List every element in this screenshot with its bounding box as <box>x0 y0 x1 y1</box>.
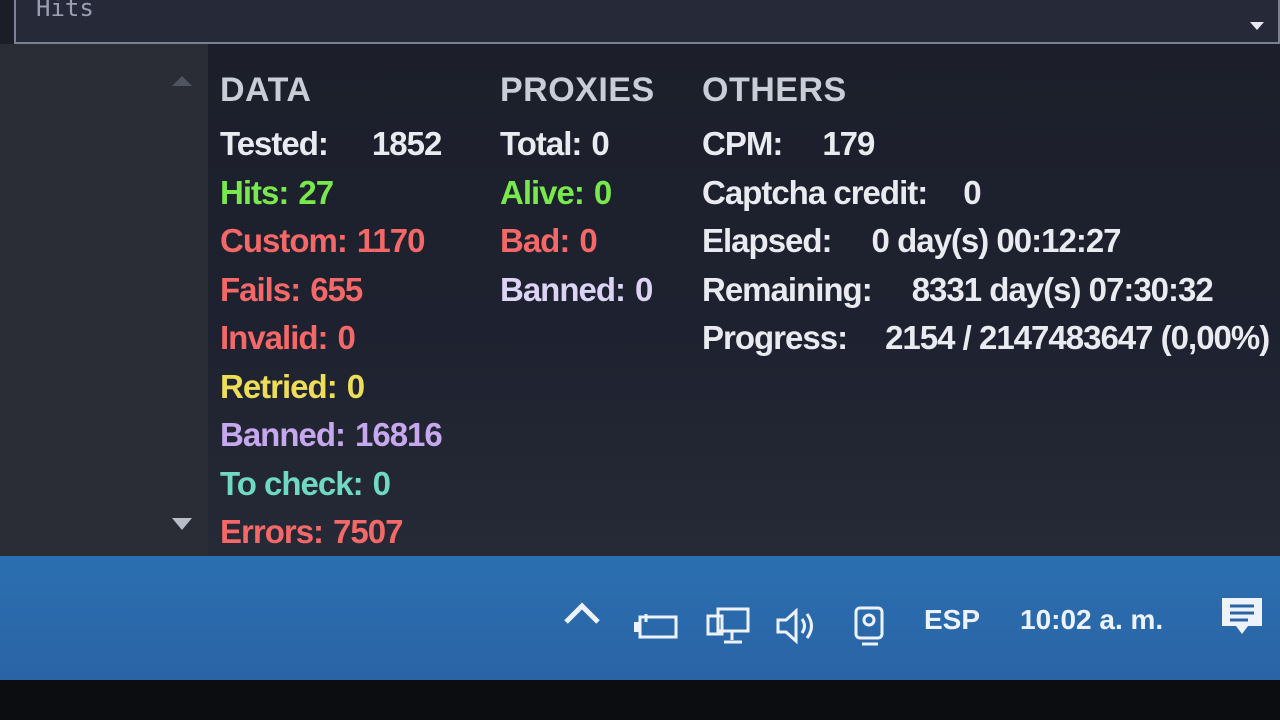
others-column: OTHERS CPM: 179 Captcha credit: 0 Elapsed:… <box>702 70 1270 363</box>
proxies-column: PROXIES Total: 0 Alive: 0 Bad: 0 Banned: 0 <box>500 70 655 314</box>
meet-now-icon[interactable] <box>850 604 890 648</box>
results-filter-dropdown[interactable]: Hits <box>14 0 1280 44</box>
language-indicator[interactable]: ESP <box>924 604 980 636</box>
stat-to-check: To check: 0 <box>220 464 391 502</box>
chevron-up-icon[interactable] <box>562 598 602 635</box>
other-remaining: Remaining: 8331 day(s) 07:30:32 <box>702 270 1214 308</box>
stat-errors: Errors: 7507 <box>220 513 403 550</box>
proxy-alive: Alive: 0 <box>500 173 612 211</box>
stat-invalid: Invalid: 0 <box>220 319 356 356</box>
stat-custom: Custom: 1170 <box>220 222 425 259</box>
other-elapsed: Elapsed: 0 day(s) 00:12:27 <box>702 222 1122 259</box>
stat-tested: Tested: 1852 <box>220 125 442 162</box>
stat-fails: Fails: 655 <box>220 270 363 308</box>
screen-bezel <box>0 680 1280 720</box>
other-cpm: CPM: 179 <box>702 125 875 162</box>
other-captcha-credit: Captcha credit: 0 <box>702 173 982 211</box>
stat-retried: Retried: 0 <box>220 367 365 405</box>
dropdown-selected-value: Hits <box>36 0 94 22</box>
stat-banned: Banned: 16816 <box>220 416 443 453</box>
other-progress: Progress: 2154 / 2147483647 (0,00%) <box>702 319 1270 356</box>
proxy-total: Total: 0 <box>500 125 610 162</box>
scroll-up-arrow-icon[interactable] <box>172 76 192 86</box>
volume-icon[interactable] <box>774 606 822 646</box>
proxies-heading: PROXIES <box>500 71 655 109</box>
stat-hits: Hits: 27 <box>220 173 334 211</box>
others-heading: OTHERS <box>702 71 847 109</box>
scroll-down-arrow-icon[interactable] <box>172 518 192 530</box>
left-gutter <box>0 44 208 556</box>
chevron-down-icon[interactable] <box>1250 22 1264 30</box>
notification-icon[interactable] <box>1218 594 1266 638</box>
proxy-bad: Bad: 0 <box>500 222 598 259</box>
battery-icon[interactable] <box>632 614 680 640</box>
data-heading: DATA <box>220 71 312 109</box>
network-icon[interactable] <box>706 606 750 646</box>
taskbar-clock[interactable]: 10:02 a. m. <box>1020 604 1163 636</box>
proxy-banned: Banned: 0 <box>500 270 653 308</box>
data-column: DATA Tested: 1852 Hits: 27 Custom: 1170 Fai… <box>220 70 443 557</box>
